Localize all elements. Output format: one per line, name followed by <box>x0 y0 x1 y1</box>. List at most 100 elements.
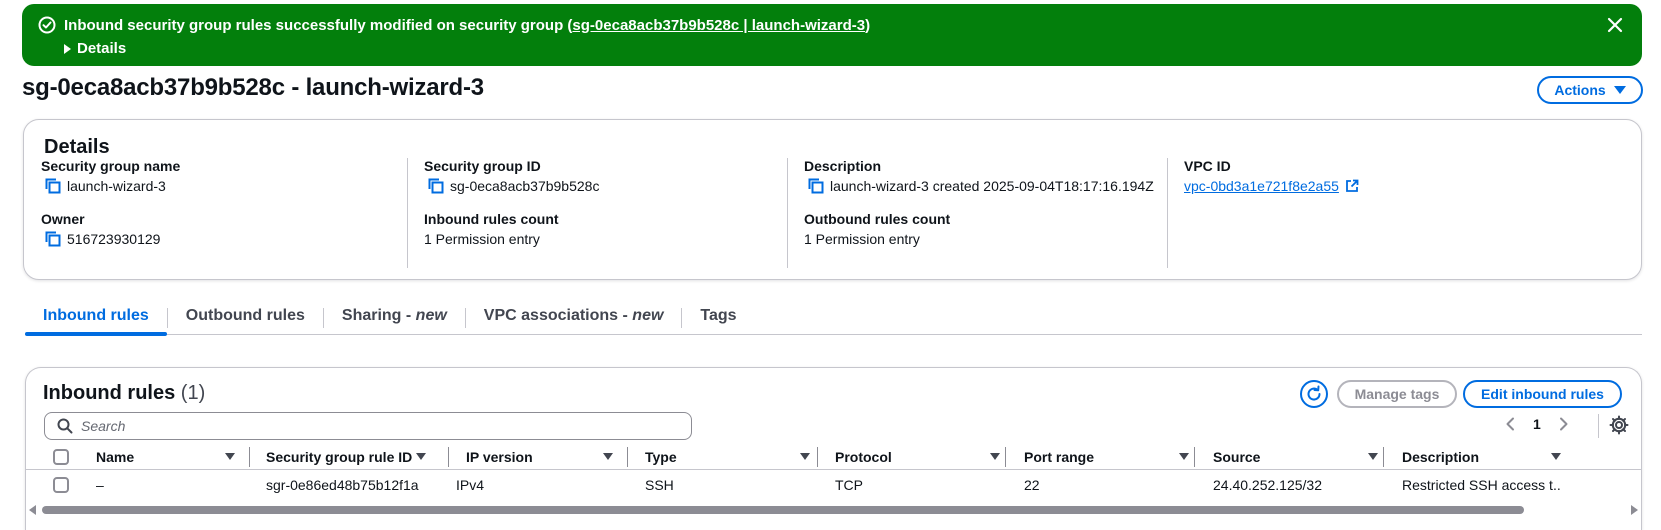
tab-label: Outbound rules <box>185 307 305 324</box>
column-header-label: IP version <box>466 449 533 465</box>
cell-type: SSH <box>645 477 674 493</box>
column-resizer[interactable] <box>817 447 818 467</box>
inbound-rules-count-field: Inbound rules count 1 Permission entry <box>424 211 559 247</box>
caret-right-icon <box>64 43 71 54</box>
column-resizer[interactable] <box>249 447 250 467</box>
inbound-rules-count: (1) <box>180 382 206 404</box>
sort-icon <box>1368 453 1378 460</box>
sort-icon <box>990 453 1000 460</box>
tab-label: Tags <box>700 307 737 324</box>
table-row[interactable]: – sgr-0e86ed48b75b12f1a IPv4 SSH TCP 22 … <box>26 470 1641 500</box>
column-header-label: Source <box>1213 449 1261 465</box>
table-header: Name Security group rule ID IP version T… <box>26 444 1641 470</box>
details-column-4: VPC ID vpc-0bd3a1e721f8e2a55 <box>1167 158 1567 268</box>
edit-inbound-rules-button[interactable]: Edit inbound rules <box>1463 380 1622 408</box>
tab-label: Inbound rules <box>43 307 149 324</box>
search-field[interactable] <box>44 412 692 440</box>
outbound-rules-count-value: 1 Permission entry <box>804 231 920 247</box>
tab-label: VPC associations - <box>483 307 633 324</box>
column-resizer[interactable] <box>627 447 628 467</box>
copy-icon[interactable] <box>45 178 61 194</box>
column-header-label: Protocol <box>835 449 892 465</box>
gear-icon[interactable] <box>1609 415 1629 435</box>
description-label: Description <box>804 158 882 174</box>
flash-message: Inbound security group rules successfull… <box>38 16 870 34</box>
cell-description: Restricted SSH access t... <box>1402 477 1562 493</box>
sort-icon <box>603 453 613 460</box>
details-panel: Details Security group name launch-wizar… <box>23 119 1642 280</box>
chevron-left-icon[interactable] <box>1505 417 1515 431</box>
external-link-icon[interactable] <box>1345 179 1359 193</box>
column-header-description[interactable]: Description <box>1402 444 1632 470</box>
column-header-port-range[interactable]: Port range <box>1024 444 1194 470</box>
inbound-rules-count-label: Inbound rules count <box>424 211 559 227</box>
column-header-name[interactable]: Name <box>96 444 241 470</box>
owner-value: 516723930129 <box>67 231 161 247</box>
column-header-label: Type <box>645 449 677 465</box>
vpc-id-label: VPC ID <box>1184 158 1231 174</box>
column-header-type[interactable]: Type <box>645 444 815 470</box>
cell-protocol: TCP <box>835 477 863 493</box>
success-flash-banner: Inbound security group rules successfull… <box>22 4 1642 66</box>
security-group-name-label: Security group name <box>41 158 181 174</box>
horizontal-scrollbar[interactable] <box>26 504 1641 516</box>
column-header-protocol[interactable]: Protocol <box>835 444 1005 470</box>
copy-icon[interactable] <box>428 178 444 194</box>
description-value: launch-wizard-3 created 2025-09-04T18:17… <box>830 178 1154 194</box>
details-column-2: Security group ID sg-0eca8acb37b9b528c I… <box>407 158 788 268</box>
tab-sharing[interactable]: Sharing - new <box>324 300 465 334</box>
pagination: 1 <box>1505 416 1569 432</box>
scroll-thumb[interactable] <box>42 506 1524 514</box>
refresh-icon <box>1307 385 1321 401</box>
refresh-button[interactable] <box>1300 380 1328 408</box>
column-header-rule-id[interactable]: Security group rule ID <box>266 444 436 470</box>
details-column-1: Security group name launch-wizard-3 Owne… <box>41 158 407 268</box>
cell-ip-version: IPv4 <box>456 477 485 493</box>
column-header-label: Description <box>1402 449 1480 465</box>
vpc-id-link[interactable]: vpc-0bd3a1e721f8e2a55 <box>1184 178 1339 194</box>
scroll-right-arrow[interactable] <box>1631 505 1638 515</box>
select-all-checkbox[interactable] <box>53 449 69 465</box>
tab-vpc-associations[interactable]: VPC associations - new <box>466 300 682 334</box>
search-icon <box>57 418 73 434</box>
inbound-rules-title: Inbound rules (1) <box>43 382 205 405</box>
flash-message-suffix: ) <box>865 16 871 34</box>
manage-tags-button[interactable]: Manage tags <box>1337 380 1457 408</box>
cell-port-range: 22 <box>1024 477 1040 493</box>
column-resizer[interactable] <box>1005 447 1006 467</box>
copy-icon[interactable] <box>808 178 824 194</box>
cell-source: 24.40.252.125/32 <box>1213 477 1322 493</box>
flash-message-prefix: Inbound security group rules successfull… <box>64 16 573 34</box>
vpc-id-field: VPC ID vpc-0bd3a1e721f8e2a55 <box>1184 158 1359 194</box>
row-checkbox[interactable] <box>53 477 69 493</box>
sort-icon <box>1179 453 1189 460</box>
pagination-divider <box>1598 414 1599 438</box>
column-resizer[interactable] <box>1383 447 1384 467</box>
column-header-source[interactable]: Source <box>1213 444 1383 470</box>
copy-icon[interactable] <box>45 231 61 247</box>
inbound-rules-title-text: Inbound rules <box>43 382 176 404</box>
column-resizer[interactable] <box>448 447 449 467</box>
chevron-right-icon[interactable] <box>1559 417 1569 431</box>
sort-icon <box>800 453 810 460</box>
tab-inbound-rules[interactable]: Inbound rules <box>25 300 167 336</box>
tab-label: Sharing - <box>341 307 416 324</box>
security-group-id-field: Security group ID sg-0eca8acb37b9b528c <box>424 158 599 194</box>
tab-outbound-rules[interactable]: Outbound rules <box>168 300 323 334</box>
current-page[interactable]: 1 <box>1533 416 1541 432</box>
sort-icon <box>416 453 426 460</box>
search-input[interactable] <box>81 418 671 434</box>
caret-down-icon <box>1613 86 1626 94</box>
flash-details-toggle[interactable]: Details <box>64 40 126 57</box>
tab-tags[interactable]: Tags <box>682 300 754 334</box>
close-icon[interactable] <box>1606 16 1624 34</box>
column-header-ip-version[interactable]: IP version <box>466 444 636 470</box>
owner-field: Owner 516723930129 <box>41 211 160 247</box>
actions-button[interactable]: Actions <box>1537 76 1643 104</box>
column-resizer[interactable] <box>1194 447 1195 467</box>
sort-icon <box>1551 453 1561 460</box>
scroll-left-arrow[interactable] <box>29 505 36 515</box>
details-title: Details <box>44 136 110 158</box>
flash-security-group-link[interactable]: sg-0eca8acb37b9b528c | launch-wizard-3 <box>572 17 865 34</box>
inbound-rules-panel: Inbound rules (1) Manage tags Edit inbou… <box>25 367 1642 530</box>
